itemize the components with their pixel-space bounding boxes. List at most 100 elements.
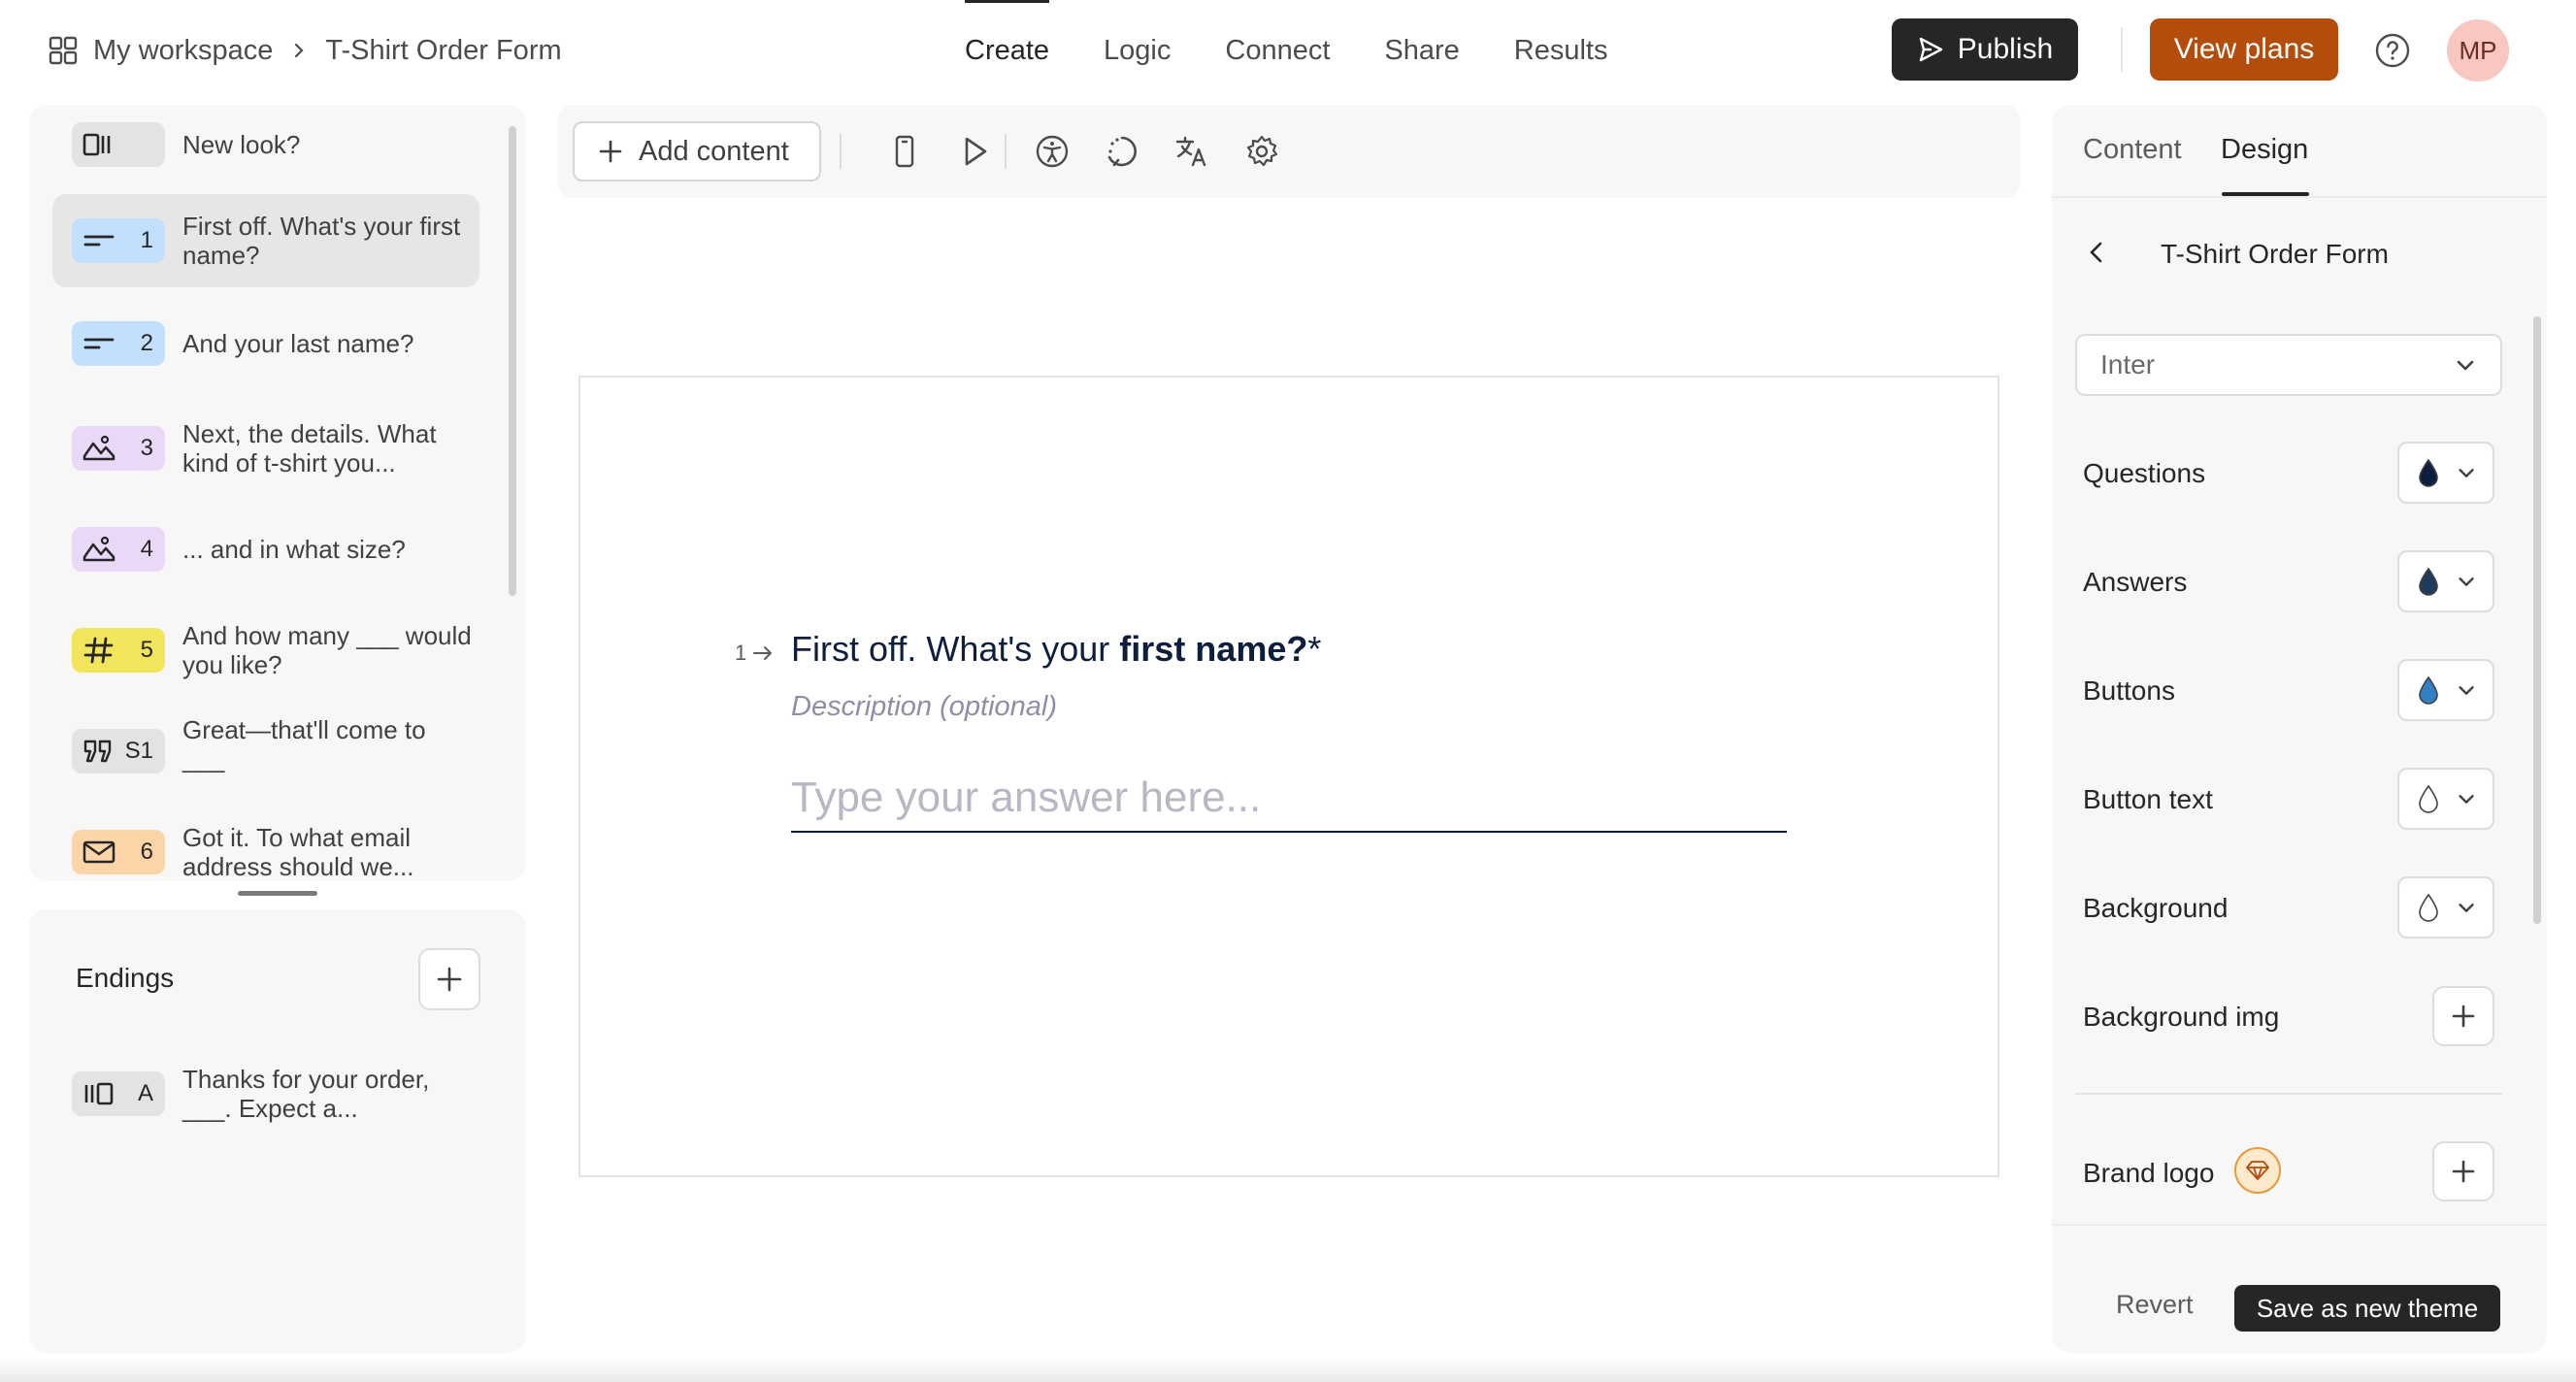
question-badge (72, 122, 165, 167)
diamond-icon (2246, 1161, 2269, 1180)
avatar[interactable]: MP (2447, 19, 2509, 82)
question-badge: 2 (72, 321, 165, 366)
question-description[interactable]: Description (optional) (791, 691, 1057, 723)
endings-title: Endings (76, 963, 175, 993)
chevron-down-icon (2459, 904, 2474, 912)
ending-text: Thanks for your order, ___. Expect a... (182, 1065, 430, 1123)
tab-content[interactable]: Content (2083, 134, 2182, 166)
play-preview-icon[interactable] (957, 134, 992, 169)
chevron-down-icon (2459, 686, 2474, 695)
save-as-new-theme-button[interactable]: Save as new theme (2234, 1285, 2500, 1332)
arrow-right-icon (753, 646, 773, 660)
question-badge: 4 (72, 527, 165, 572)
question-title-text: First off. What's your (791, 629, 1120, 669)
brand-logo-label: Brand logo (2083, 1158, 2215, 1188)
workspace-grid-icon[interactable] (49, 36, 78, 65)
answer-input[interactable] (791, 765, 1787, 833)
plus-icon (2452, 1004, 2475, 1028)
buttons-color-picker[interactable] (2397, 659, 2494, 721)
email-icon (83, 840, 116, 864)
plus-icon (437, 967, 462, 992)
theme-loading-icon[interactable] (1105, 134, 1139, 169)
question-text: First off. What's your first name? (182, 212, 461, 270)
add-content-button[interactable]: Add content (573, 121, 821, 181)
question-number: 2 (140, 330, 153, 356)
tab-create[interactable]: Create (965, 0, 1050, 101)
list-item-question-5[interactable]: 5 And how many ___ would you like? (52, 604, 479, 697)
design-panel-scrollbar[interactable] (2533, 316, 2541, 924)
breadcrumb: My workspace T-Shirt Order Form (49, 29, 562, 72)
ending-letter: A (137, 1080, 153, 1106)
publish-label: Publish (1957, 33, 2054, 65)
translate-icon[interactable] (1174, 134, 1209, 169)
toolbar-divider (1005, 134, 1007, 169)
drop-icon (2419, 567, 2438, 596)
accessibility-icon[interactable] (1035, 134, 1070, 169)
back-arrow-icon[interactable] (2085, 241, 2108, 264)
question-number: 4 (140, 536, 153, 562)
chevron-down-icon (2459, 795, 2474, 804)
help-icon[interactable] (2374, 32, 2411, 69)
answers-color-label: Answers (2083, 567, 2188, 597)
mobile-preview-icon[interactable] (887, 134, 922, 169)
chevron-down-icon (2457, 360, 2474, 371)
list-item-ending-a[interactable]: A Thanks for your order, ___. Expect a..… (52, 1055, 479, 1133)
question-text: ... and in what size? (182, 535, 406, 564)
list-item-question-6[interactable]: 6 Got it. To what email address should w… (52, 806, 479, 881)
footer-divider (2052, 1224, 2547, 1226)
send-icon (1919, 37, 1942, 62)
tab-logic[interactable]: Logic (1104, 0, 1171, 101)
tab-connect[interactable]: Connect (1225, 0, 1330, 101)
list-item-question-4[interactable]: 4 ... and in what size? (52, 503, 479, 596)
header-divider (2121, 27, 2123, 72)
theme-form-title: T-Shirt Order Form (2161, 239, 2389, 269)
answers-color-picker[interactable] (2397, 550, 2494, 612)
breadcrumb-workspace[interactable]: My workspace (93, 35, 273, 67)
plus-icon (599, 140, 622, 163)
toolbar-divider (840, 134, 842, 169)
question-list-panel: New look? 1 First off. What's your first… (29, 105, 526, 881)
question-title[interactable]: First off. What's your first name?* (791, 629, 1321, 670)
question-badge: 1 (72, 218, 165, 263)
premium-badge (2234, 1147, 2281, 1194)
tab-design[interactable]: Design (2221, 134, 2308, 166)
publish-button[interactable]: Publish (1892, 18, 2078, 81)
buttons-color-label: Buttons (2083, 675, 2175, 706)
questions-color-picker[interactable] (2397, 442, 2494, 504)
font-select[interactable]: Inter (2075, 334, 2502, 396)
sidebar-scrollbar[interactable] (509, 126, 516, 596)
panel-resize-handle[interactable] (238, 891, 317, 896)
tab-results[interactable]: Results (1514, 0, 1608, 101)
tab-share[interactable]: Share (1384, 0, 1459, 101)
list-item-new-look[interactable]: New look? (52, 113, 479, 177)
settings-gear-icon[interactable] (1244, 134, 1279, 169)
drop-icon (2419, 784, 2438, 813)
question-badge: 5 (72, 628, 165, 673)
question-number: S1 (124, 738, 153, 764)
list-item-question-2[interactable]: 2 And your last name? (52, 297, 479, 390)
drop-icon (2419, 893, 2438, 922)
list-item-question-3[interactable]: 3 Next, the details. What kind of t-shir… (52, 402, 479, 495)
breadcrumb-form[interactable]: T-Shirt Order Form (325, 35, 561, 67)
view-plans-button[interactable]: View plans (2150, 18, 2338, 81)
add-ending-button[interactable] (418, 948, 480, 1010)
top-bar: My workspace T-Shirt Order Form Create L… (0, 0, 2576, 101)
chevron-right-icon (295, 43, 304, 58)
picture-choice-icon (83, 435, 116, 461)
add-brand-logo-button[interactable] (2432, 1141, 2494, 1201)
revert-button[interactable]: Revert (2116, 1290, 2194, 1320)
question-text: And how many ___ would you like? (182, 621, 472, 679)
background-color-picker[interactable] (2397, 876, 2494, 938)
drop-icon (2419, 458, 2438, 487)
button-text-color-picker[interactable] (2397, 768, 2494, 830)
question-number: 1 (140, 227, 153, 253)
question-badge: S1 (72, 729, 165, 773)
add-background-image-button[interactable] (2432, 986, 2494, 1046)
bottom-edge-shadow (0, 1357, 2576, 1382)
quote-icon (83, 740, 112, 763)
picture-choice-icon (83, 536, 116, 562)
question-text: Got it. To what email address should we.… (182, 823, 414, 881)
list-item-statement-1[interactable]: S1 Great—that'll come to ___ (52, 705, 479, 798)
list-item-question-1[interactable]: 1 First off. What's your first name? (52, 194, 479, 287)
section-divider (2075, 1093, 2502, 1095)
